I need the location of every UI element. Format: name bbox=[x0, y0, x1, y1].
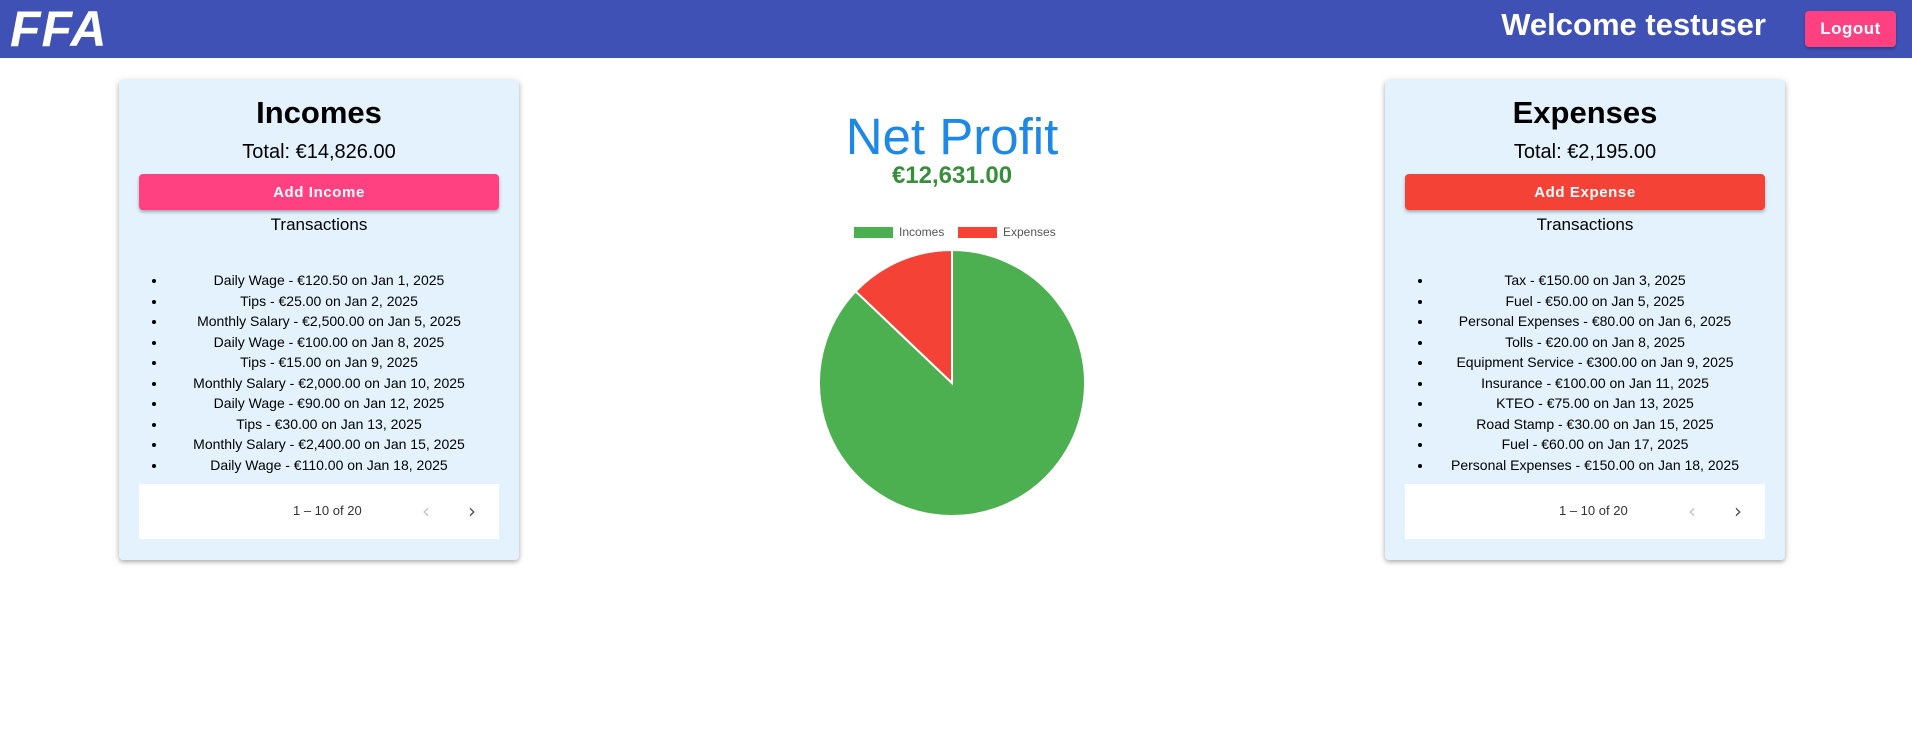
list-item: Fuel - €60.00 on Jan 17, 2025 bbox=[1433, 434, 1785, 455]
net-profit-panel: Net Profit €12,631.00 Incomes Expenses bbox=[800, 100, 1104, 540]
expenses-card: Expenses Total: €2,195.00 Add Expense Tr… bbox=[1385, 80, 1785, 560]
page-range-label: 1 – 10 of 20 bbox=[293, 503, 362, 518]
list-item: Tips - €25.00 on Jan 2, 2025 bbox=[167, 291, 519, 312]
add-expense-button[interactable]: Add Expense bbox=[1405, 174, 1765, 210]
top-app-bar: FFA Welcome testuser Logout bbox=[0, 0, 1912, 58]
list-item: Insurance - €100.00 on Jan 11, 2025 bbox=[1433, 373, 1785, 394]
list-item: Tips - €15.00 on Jan 9, 2025 bbox=[167, 352, 519, 373]
list-item: Tips - €30.00 on Jan 13, 2025 bbox=[167, 414, 519, 435]
chevron-right-icon[interactable]: › bbox=[1723, 496, 1753, 526]
legend-label-expenses: Expenses bbox=[1003, 225, 1056, 239]
list-item: Road Stamp - €30.00 on Jan 15, 2025 bbox=[1433, 414, 1785, 435]
add-income-button[interactable]: Add Income bbox=[139, 174, 499, 210]
incomes-card: Incomes Total: €14,826.00 Add Income Tra… bbox=[119, 80, 519, 560]
list-item: Daily Wage - €100.00 on Jan 8, 2025 bbox=[167, 332, 519, 353]
incomes-title: Incomes bbox=[256, 95, 382, 130]
incomes-transaction-list: Daily Wage - €120.50 on Jan 1, 2025 Tips… bbox=[119, 270, 519, 475]
list-item: Tolls - €20.00 on Jan 8, 2025 bbox=[1433, 332, 1785, 353]
chevron-left-icon[interactable]: ‹ bbox=[411, 496, 441, 526]
list-item: Equipment Service - €300.00 on Jan 9, 20… bbox=[1433, 352, 1785, 373]
list-item: Monthly Salary - €2,500.00 on Jan 5, 202… bbox=[167, 311, 519, 332]
page-range-label: 1 – 10 of 20 bbox=[1559, 503, 1628, 518]
expenses-total: Total: €2,195.00 bbox=[1513, 141, 1657, 163]
legend-swatch-incomes bbox=[854, 227, 893, 238]
list-item: Monthly Salary - €2,400.00 on Jan 15, 20… bbox=[167, 434, 519, 455]
pie-chart bbox=[800, 248, 1104, 518]
logout-button[interactable]: Logout bbox=[1805, 11, 1896, 47]
list-item: Daily Wage - €90.00 on Jan 12, 2025 bbox=[167, 393, 519, 414]
expenses-transactions-heading: Transactions bbox=[1536, 215, 1634, 234]
net-profit-title: Net Profit bbox=[845, 108, 1059, 165]
chart-legend: Incomes Expenses bbox=[800, 225, 1104, 241]
chevron-left-icon[interactable]: ‹ bbox=[1677, 496, 1707, 526]
chevron-right-icon[interactable]: › bbox=[457, 496, 487, 526]
welcome-message: Welcome testuser bbox=[1501, 7, 1766, 42]
pie-chart-svg bbox=[818, 248, 1086, 517]
incomes-paginator: 1 – 10 of 20 ‹ › bbox=[139, 484, 499, 539]
list-item: Monthly Salary - €2,000.00 on Jan 10, 20… bbox=[167, 373, 519, 394]
list-item: Tax - €150.00 on Jan 3, 2025 bbox=[1433, 270, 1785, 291]
expenses-title: Expenses bbox=[1512, 95, 1658, 130]
expenses-transaction-list: Tax - €150.00 on Jan 3, 2025 Fuel - €50.… bbox=[1385, 270, 1785, 475]
list-item: Fuel - €50.00 on Jan 5, 2025 bbox=[1433, 291, 1785, 312]
legend-label-incomes: Incomes bbox=[899, 225, 945, 239]
net-profit-value: €12,631.00 bbox=[891, 162, 1013, 189]
list-item: Daily Wage - €110.00 on Jan 18, 2025 bbox=[167, 455, 519, 476]
list-item: Personal Expenses - €150.00 on Jan 18, 2… bbox=[1433, 455, 1785, 476]
list-item: Personal Expenses - €80.00 on Jan 6, 202… bbox=[1433, 311, 1785, 332]
list-item: KTEO - €75.00 on Jan 13, 2025 bbox=[1433, 393, 1785, 414]
brand-logo[interactable]: FFA bbox=[10, 2, 107, 56]
expenses-paginator: 1 – 10 of 20 ‹ › bbox=[1405, 484, 1765, 539]
legend-swatch-expenses bbox=[958, 227, 997, 238]
incomes-transactions-heading: Transactions bbox=[270, 215, 368, 234]
list-item: Daily Wage - €120.50 on Jan 1, 2025 bbox=[167, 270, 519, 291]
incomes-total: Total: €14,826.00 bbox=[242, 141, 396, 163]
